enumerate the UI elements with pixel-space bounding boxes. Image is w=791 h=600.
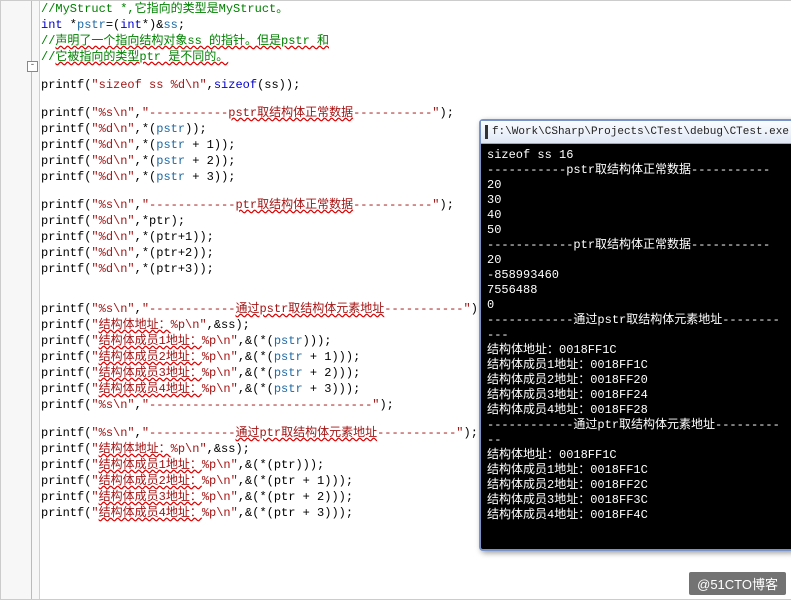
- code-line[interactable]: int *pstr=(int*)&ss;: [41, 17, 791, 33]
- code-line[interactable]: //它被指向的类型ptr 是不同的。: [41, 49, 791, 65]
- console-line: ------------通过pstr取结构体元素地址-----------: [487, 313, 787, 343]
- console-line: 50: [487, 223, 787, 238]
- console-line: 30: [487, 193, 787, 208]
- console-line: 结构体成员1地址：0018FF1C: [487, 358, 787, 373]
- console-line: 40: [487, 208, 787, 223]
- console-line: 结构体成员3地址：0018FF24: [487, 388, 787, 403]
- ide-screenshot: - //MyStruct *,它指向的类型是MyStruct。int *pstr…: [0, 0, 791, 600]
- console-line: 20: [487, 253, 787, 268]
- console-line: 结构体成员1地址：0018FF1C: [487, 463, 787, 478]
- console-line: sizeof ss 16: [487, 148, 787, 163]
- console-output: sizeof ss 16-----------pstr取结构体正常数据-----…: [481, 144, 791, 527]
- console-line: 20: [487, 178, 787, 193]
- console-line: 0: [487, 298, 787, 313]
- console-line: 7556488: [487, 283, 787, 298]
- console-line: 结构体地址：0018FF1C: [487, 343, 787, 358]
- console-line: 结构体地址：0018FF1C: [487, 448, 787, 463]
- watermark: @51CTO博客: [689, 572, 786, 595]
- console-titlebar[interactable]: f:\Work\CSharp\Projects\CTest\debug\CTes…: [481, 121, 791, 144]
- console-line: 结构体成员4地址：0018FF28: [487, 403, 787, 418]
- console-line: ------------ptr取结构体正常数据-----------: [487, 238, 787, 253]
- console-line: ------------通过ptr取结构体元素地址-----------: [487, 418, 787, 448]
- console-line: -----------pstr取结构体正常数据-----------: [487, 163, 787, 178]
- code-line[interactable]: //声明了一个指向结构对象ss 的指针。但是pstr 和: [41, 33, 791, 49]
- fold-toggle[interactable]: -: [27, 61, 38, 72]
- gutter: -: [1, 1, 40, 599]
- app-icon: [485, 125, 488, 139]
- console-window[interactable]: f:\Work\CSharp\Projects\CTest\debug\CTes…: [479, 119, 791, 551]
- console-title: f:\Work\CSharp\Projects\CTest\debug\CTes…: [492, 126, 789, 138]
- console-line: -858993460: [487, 268, 787, 283]
- console-line: 结构体成员2地址：0018FF20: [487, 373, 787, 388]
- console-line: 结构体成员4地址：0018FF4C: [487, 508, 787, 523]
- code-line[interactable]: //MyStruct *,它指向的类型是MyStruct。: [41, 1, 791, 17]
- code-line[interactable]: printf("sizeof ss %d\n",sizeof(ss));: [41, 77, 791, 93]
- console-line: 结构体成员3地址：0018FF3C: [487, 493, 787, 508]
- console-line: 结构体成员2地址：0018FF2C: [487, 478, 787, 493]
